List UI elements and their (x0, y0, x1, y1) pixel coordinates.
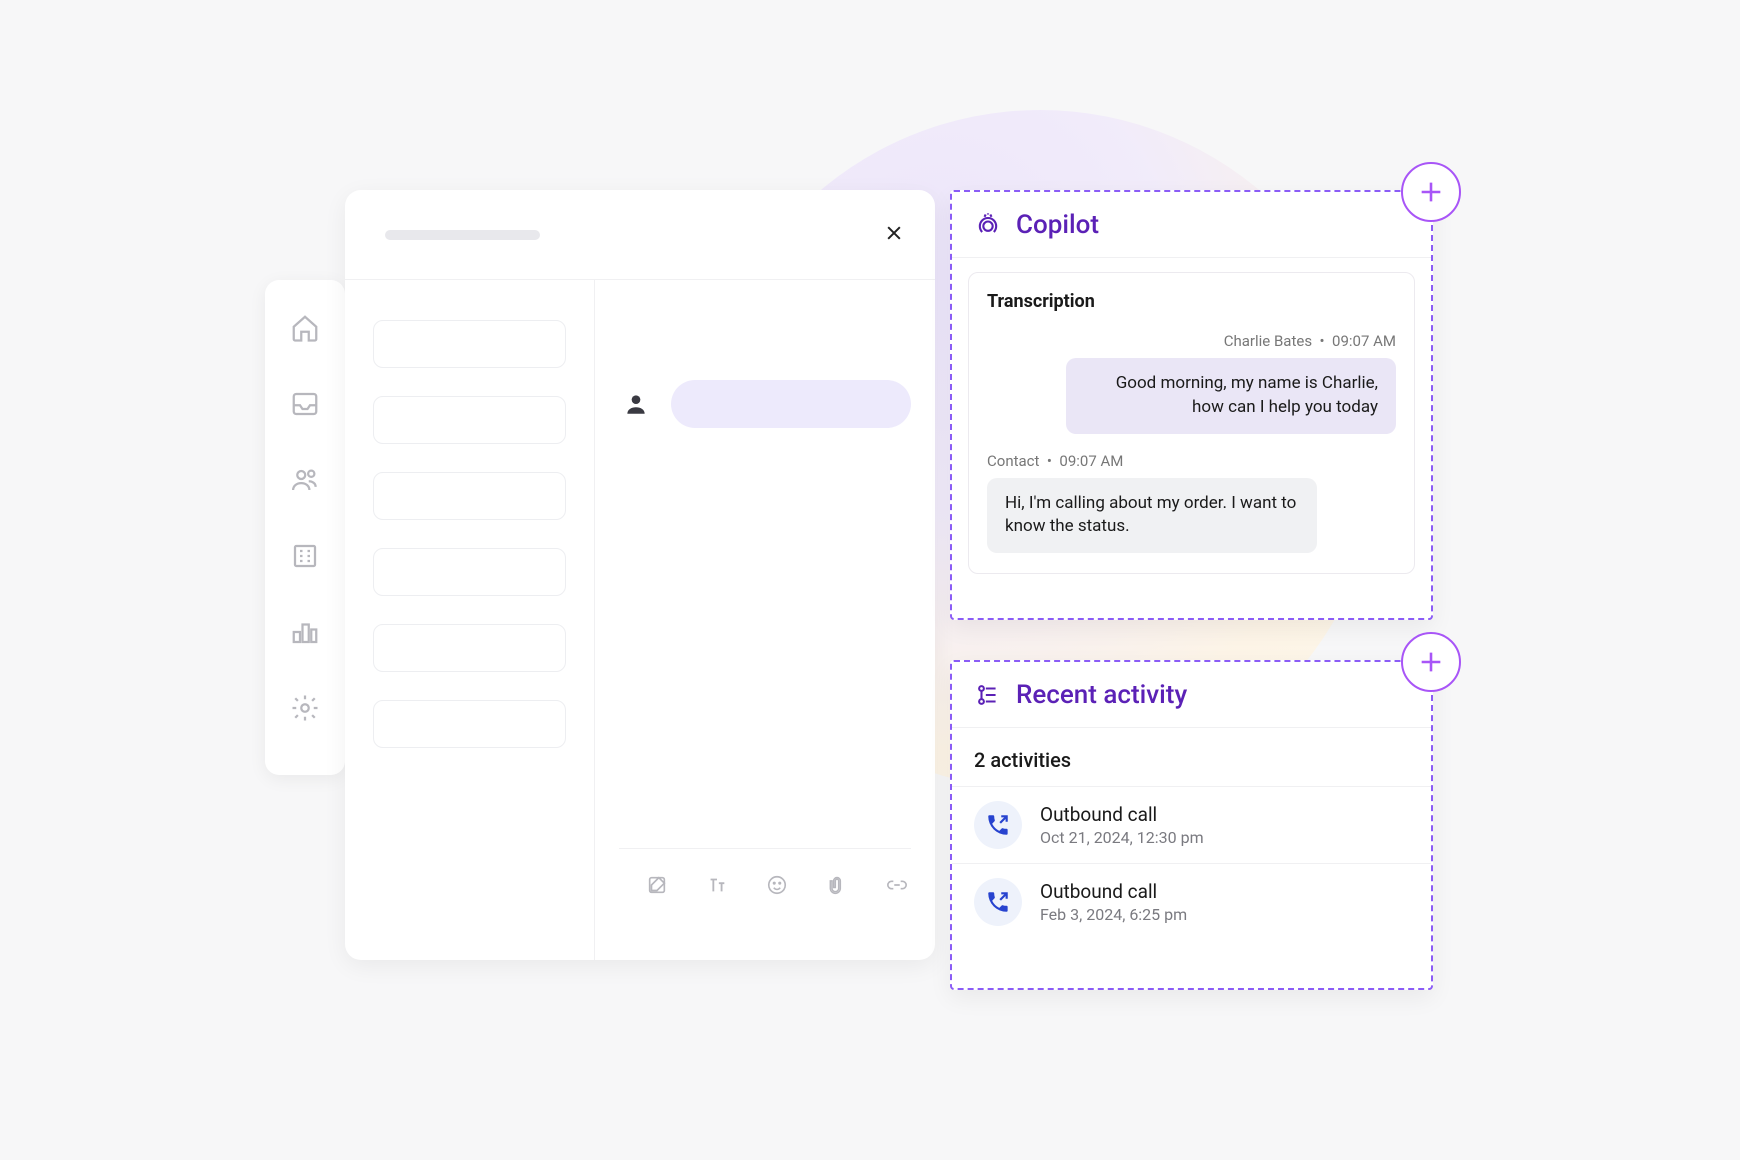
title-placeholder (385, 230, 540, 240)
message-author: Contact (987, 452, 1039, 470)
home-icon (290, 313, 320, 343)
transcript-message-contact: Contact • 09:07 AM Hi, I'm calling about… (987, 452, 1396, 554)
field-placeholder[interactable] (373, 472, 566, 520)
nav-reports[interactable] (287, 614, 323, 650)
nav-inbox[interactable] (287, 386, 323, 422)
close-icon (884, 223, 904, 243)
field-placeholder[interactable] (373, 548, 566, 596)
main-header (345, 190, 935, 280)
message-meta: Contact • 09:07 AM (987, 452, 1123, 470)
paperclip-icon (827, 874, 847, 896)
text-icon (706, 874, 728, 896)
plus-icon (1417, 648, 1445, 676)
field-placeholder[interactable] (373, 700, 566, 748)
field-placeholder[interactable] (373, 624, 566, 672)
transcript-message-agent: Charlie Bates • 09:07 AM Good morning, m… (987, 332, 1396, 434)
nav-contacts[interactable] (287, 462, 323, 498)
message-author: Charlie Bates (1224, 332, 1312, 350)
activity-row[interactable]: Outbound call Oct 21, 2024, 12:30 pm (952, 786, 1431, 863)
edit-square-icon (646, 874, 668, 896)
activity-texts: Outbound call Oct 21, 2024, 12:30 pm (1040, 803, 1204, 847)
copilot-icon (974, 211, 1002, 239)
activity-texts: Outbound call Feb 3, 2024, 6:25 pm (1040, 880, 1187, 924)
person-icon (619, 387, 653, 421)
activity-item-subtitle: Feb 3, 2024, 6:25 pm (1040, 905, 1187, 924)
message-time: 09:07 AM (1332, 332, 1396, 350)
compose-toolbar (619, 848, 911, 920)
add-copilot-button[interactable] (1401, 162, 1461, 222)
attachment-button[interactable] (823, 871, 851, 899)
bar-chart-icon (290, 617, 320, 647)
emoji-button[interactable] (763, 871, 791, 899)
activity-title: Recent activity (1016, 680, 1187, 710)
message-bubble: Good morning, my name is Charlie, how ca… (1066, 358, 1396, 434)
building-icon (290, 541, 320, 571)
form-column (345, 280, 595, 960)
contact-pill-placeholder (671, 380, 911, 428)
recent-activity-panel: Recent activity 2 activities Outbound ca… (950, 660, 1433, 990)
nav-settings[interactable] (287, 690, 323, 726)
conversation-column (595, 280, 935, 960)
link-button[interactable] (883, 871, 911, 899)
message-meta: Charlie Bates • 09:07 AM (1224, 332, 1396, 350)
main-body (345, 280, 935, 960)
copilot-header: Copilot (952, 192, 1431, 258)
sidebar-nav (265, 280, 345, 775)
copilot-title: Copilot (1016, 210, 1099, 240)
outbound-call-icon (974, 801, 1022, 849)
message-time: 09:07 AM (1059, 452, 1123, 470)
outbound-call-icon (974, 878, 1022, 926)
contact-row (619, 380, 911, 428)
activity-row[interactable]: Outbound call Feb 3, 2024, 6:25 pm (952, 863, 1431, 940)
timeline-icon (974, 681, 1002, 709)
activity-item-subtitle: Oct 21, 2024, 12:30 pm (1040, 828, 1204, 847)
copilot-panel: Copilot Transcription Charlie Bates • 09… (950, 190, 1433, 620)
compose-note-button[interactable] (643, 871, 671, 899)
inbox-icon (290, 389, 320, 419)
message-bubble: Hi, I'm calling about my order. I want t… (987, 478, 1317, 554)
field-placeholder[interactable] (373, 396, 566, 444)
activity-item-title: Outbound call (1040, 880, 1187, 903)
plus-icon (1417, 178, 1445, 206)
field-placeholder[interactable] (373, 320, 566, 368)
nav-home[interactable] (287, 310, 323, 346)
add-activity-button[interactable] (1401, 632, 1461, 692)
activity-list: Outbound call Oct 21, 2024, 12:30 pm Out… (952, 786, 1431, 940)
emoji-icon (766, 874, 788, 896)
people-icon (290, 465, 320, 495)
close-button[interactable] (881, 220, 907, 246)
activity-item-title: Outbound call (1040, 803, 1204, 826)
main-panel (345, 190, 935, 960)
transcription-card: Transcription Charlie Bates • 09:07 AM G… (968, 272, 1415, 574)
transcription-label: Transcription (987, 291, 1396, 312)
activity-header: Recent activity (952, 662, 1431, 728)
link-icon (886, 874, 908, 896)
activity-count: 2 activities (952, 728, 1431, 786)
gear-icon (290, 693, 320, 723)
text-format-button[interactable] (703, 871, 731, 899)
nav-companies[interactable] (287, 538, 323, 574)
